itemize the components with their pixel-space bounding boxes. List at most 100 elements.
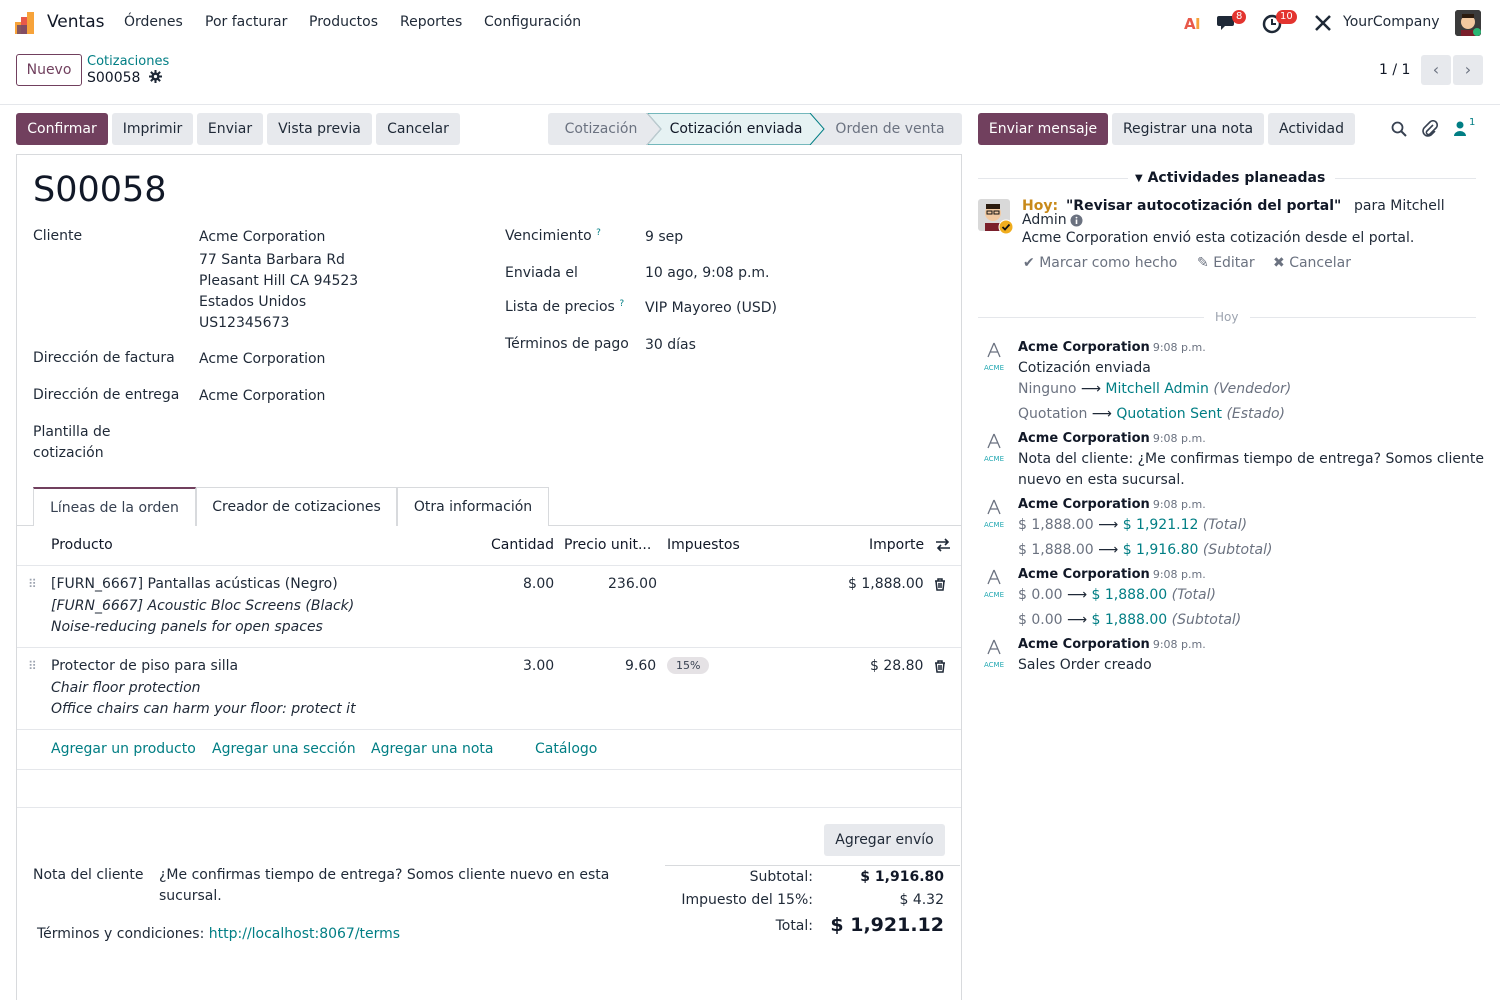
sent-on-value: 10 ago, 9:08 p.m.	[645, 265, 770, 281]
catalog-link[interactable]: Catálogo	[535, 741, 597, 757]
tax-badge[interactable]: 15%	[667, 657, 710, 674]
row-separator	[17, 769, 961, 770]
menu-configuracion[interactable]: Configuración	[484, 14, 581, 30]
tab-quote-builder[interactable]: Creador de cotizaciones	[196, 487, 397, 526]
add-product-link[interactable]: Agregar un producto	[51, 741, 196, 757]
paperclip-icon[interactable]	[1421, 120, 1439, 138]
message-author[interactable]: Acme Corporation 9:08 p.m.	[1018, 497, 1206, 512]
app-name[interactable]: Ventas	[47, 12, 104, 32]
trash-icon[interactable]	[934, 660, 946, 673]
tracking-value: Ninguno ⟶ Mitchell Admin (Vendedor)	[1018, 381, 1292, 397]
customer-name[interactable]: Acme Corporation	[199, 229, 325, 245]
expiry-label: Vencimiento ?	[505, 228, 601, 244]
expiry-field[interactable]: 9 sep	[645, 229, 683, 245]
payment-terms-field[interactable]: 30 días	[645, 337, 696, 353]
delivery-address-field[interactable]: Acme Corporation	[199, 388, 325, 404]
message-author[interactable]: Acme Corporation 9:08 p.m.	[1018, 431, 1206, 446]
line-description: [FURN_6667] Acoustic Bloc Screens (Black…	[51, 598, 355, 614]
line-quantity[interactable]: 8.00	[523, 576, 554, 592]
tab-other-info[interactable]: Otra información	[397, 487, 549, 526]
menu-reportes[interactable]: Reportes	[400, 14, 462, 30]
subtotal-value: $ 1,916.80	[860, 869, 944, 885]
planned-activities-toggle[interactable]: ▼ Actividades planeadas	[1135, 170, 1325, 186]
message-author[interactable]: Acme Corporation 9:08 p.m.	[1018, 637, 1206, 652]
status-step-quotation[interactable]: Cotización	[548, 113, 654, 145]
status-step-quotation-sent[interactable]: Cotización enviada	[660, 113, 812, 145]
column-header-taxes[interactable]: Impuestos	[667, 537, 740, 553]
quotation-template-field[interactable]	[199, 424, 459, 446]
cancel-activity-link[interactable]: ✖ Cancelar	[1273, 255, 1351, 271]
drag-handle-icon[interactable]: ⠿	[28, 659, 38, 673]
tracking-value: $ 1,888.00 ⟶ $ 1,916.80 (Subtotal)	[1018, 542, 1273, 558]
sales-app-icon[interactable]	[15, 12, 37, 34]
tab-order-lines[interactable]: Líneas de la orden	[33, 487, 196, 526]
acme-logo: ACME	[982, 568, 1006, 599]
line-description: Noise-reducing panels for open spaces	[51, 619, 323, 635]
log-note-button[interactable]: Registrar una nota	[1112, 113, 1264, 145]
divider	[1250, 317, 1476, 318]
print-button[interactable]: Imprimir	[112, 113, 193, 145]
add-shipping-button[interactable]: Agregar envío	[824, 824, 945, 856]
message-author[interactable]: Acme Corporation 9:08 p.m.	[1018, 567, 1206, 582]
edit-activity-link[interactable]: ✎ Editar	[1197, 255, 1255, 271]
column-header-quantity[interactable]: Cantidad	[491, 537, 554, 553]
line-product-name[interactable]: [FURN_6667] Pantallas acústicas (Negro)	[51, 576, 338, 592]
line-product-name[interactable]: Protector de piso para silla	[51, 658, 238, 674]
company-switcher[interactable]: YourCompany	[1343, 14, 1440, 30]
column-header-unit-price[interactable]: Precio unit...	[564, 537, 651, 553]
activity-summary: "Revisar autocotización del portal"	[1066, 198, 1342, 214]
menu-ordenes[interactable]: Órdenes	[124, 14, 183, 30]
gear-icon[interactable]	[148, 70, 162, 83]
divider	[1335, 178, 1476, 179]
order-name: S00058	[33, 170, 167, 210]
close-icon: ✖	[1273, 255, 1285, 271]
acme-logo: ACME	[982, 638, 1006, 669]
tools-icon[interactable]	[1311, 11, 1335, 35]
info-icon[interactable]	[1070, 214, 1083, 227]
send-message-button[interactable]: Enviar mensaje	[978, 113, 1108, 145]
pager-previous-button[interactable]: ‹	[1421, 55, 1451, 85]
search-icon[interactable]	[1390, 120, 1408, 138]
invoice-address-field[interactable]: Acme Corporation	[199, 351, 325, 367]
pager-value[interactable]: 1 / 1	[1379, 62, 1410, 78]
breadcrumb-parent[interactable]: Cotizaciones	[87, 54, 169, 69]
pager-next-button[interactable]: ›	[1453, 55, 1483, 85]
activity-note: Acme Corporation envió esta cotización d…	[1022, 230, 1415, 246]
line-amount: $ 1,888.00	[848, 576, 924, 592]
tracking-value: $ 0.00 ⟶ $ 1,888.00 (Subtotal)	[1018, 612, 1242, 628]
message-author[interactable]: Acme Corporation 9:08 p.m.	[1018, 340, 1206, 355]
mark-done-link[interactable]: ✔ Marcar como hecho	[1023, 255, 1177, 271]
trash-icon[interactable]	[934, 578, 946, 591]
ai-icon[interactable]: A I	[1183, 11, 1207, 35]
status-step-sales-order[interactable]: Orden de venta	[826, 113, 954, 145]
cancel-button[interactable]: Cancelar	[376, 113, 460, 145]
line-unit-price[interactable]: 9.60	[625, 658, 656, 674]
message-body: Sales Order creado	[1018, 657, 1152, 673]
customer-note-text[interactable]: ¿Me confirmas tiempo de entrega? Somos c…	[159, 867, 609, 883]
caret-down-icon: ▼	[1135, 173, 1143, 184]
tax-label: Impuesto del 15%:	[681, 892, 813, 908]
customer-city: Pleasant Hill CA 94523	[199, 273, 359, 289]
drag-handle-icon[interactable]: ⠿	[28, 577, 38, 591]
confirm-button[interactable]: Confirmar	[16, 113, 108, 145]
payment-terms-label: Términos de pago	[505, 336, 629, 352]
menu-productos[interactable]: Productos	[309, 14, 378, 30]
line-description: Chair floor protection	[51, 680, 201, 696]
activity-todo-check-icon	[998, 219, 1014, 235]
terms-link[interactable]: http://localhost:8067/terms	[209, 926, 400, 942]
column-header-product[interactable]: Producto	[51, 537, 113, 553]
activity-button[interactable]: Actividad	[1268, 113, 1355, 145]
add-section-link[interactable]: Agregar una sección	[212, 741, 356, 757]
column-header-amount[interactable]: Importe	[869, 537, 924, 553]
preview-button[interactable]: Vista previa	[267, 113, 372, 145]
pricelist-label: Lista de precios ?	[505, 299, 625, 315]
add-note-link[interactable]: Agregar una nota	[371, 741, 493, 757]
line-unit-price[interactable]: 236.00	[608, 576, 657, 592]
menu-por-facturar[interactable]: Por facturar	[205, 14, 287, 30]
send-button[interactable]: Enviar	[197, 113, 263, 145]
user-avatar[interactable]	[1455, 10, 1481, 36]
optional-columns-icon[interactable]	[935, 538, 951, 552]
new-button[interactable]: Nuevo	[16, 54, 82, 86]
line-quantity[interactable]: 3.00	[523, 658, 554, 674]
pricelist-field[interactable]: VIP Mayoreo (USD)	[645, 300, 777, 316]
